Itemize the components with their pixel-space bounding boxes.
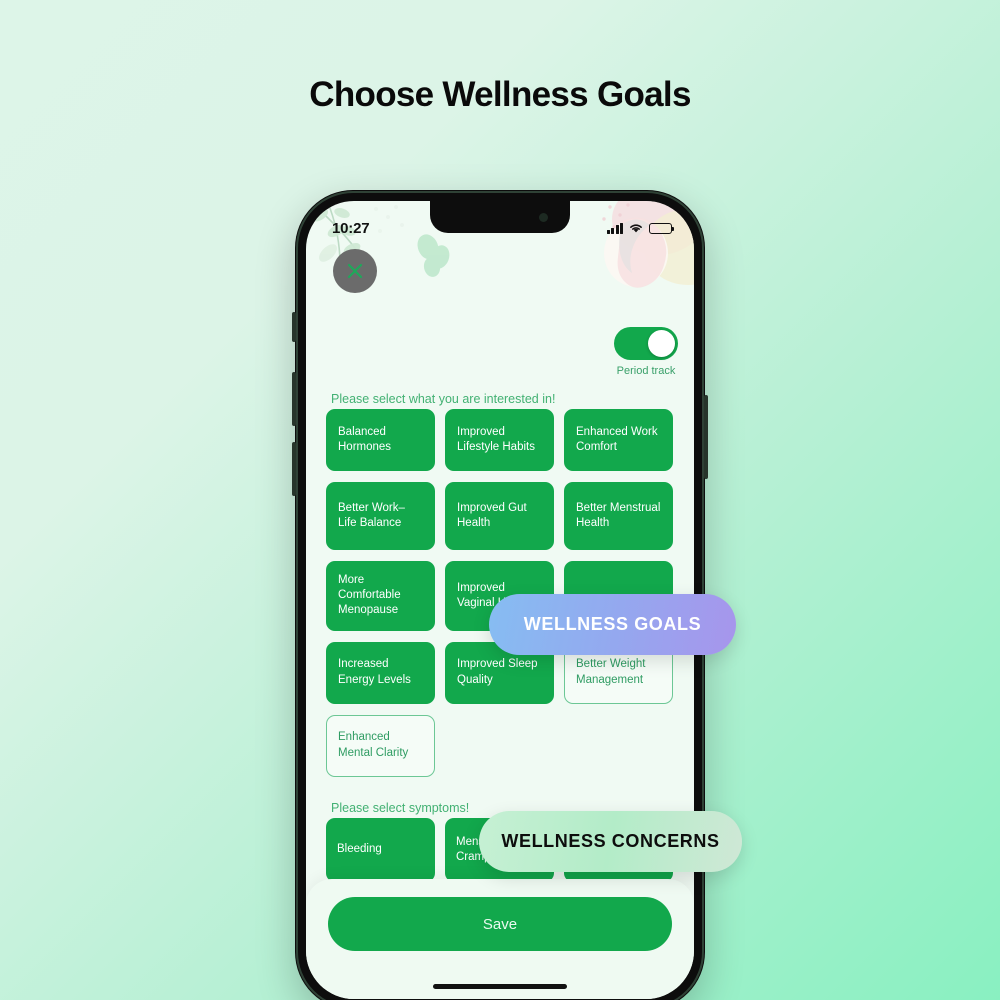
goal-chip-label: Enhanced Mental Clarity	[338, 731, 409, 759]
goal-chip[interactable]: Better Menstrual Health	[564, 482, 673, 550]
symptom-chip[interactable]: Bleeding	[326, 818, 435, 882]
callout-wellness-goals: WELLNESS GOALS	[489, 594, 736, 655]
status-time: 10:27	[332, 219, 370, 237]
wifi-icon	[630, 224, 642, 233]
phone-notch	[430, 201, 570, 233]
close-button[interactable]	[333, 249, 377, 293]
goal-chip[interactable]: Balanced Hormones	[326, 409, 435, 471]
goal-chip[interactable]: Enhanced Work Comfort	[564, 409, 673, 471]
phone-volume-down-button[interactable]	[292, 442, 296, 496]
goal-chip-label: More Comfortable Menopause	[338, 574, 401, 617]
symptoms-prompt: Please select symptoms!	[331, 801, 470, 815]
toggle-knob	[648, 330, 675, 357]
goal-chip[interactable]: Enhanced Mental Clarity	[326, 714, 435, 777]
goal-chip[interactable]: More Comfortable Menopause	[326, 561, 435, 631]
save-button[interactable]: Save	[328, 897, 672, 951]
callout-wellness-concerns: WELLNESS CONCERNS	[479, 811, 742, 872]
goal-chip[interactable]: Increased Energy Levels	[326, 641, 435, 704]
goal-chip-label: Better Weight Management	[576, 658, 646, 686]
goal-chip-label: Improved Sleep Quality	[457, 658, 538, 686]
goal-chip-label: Better Menstrual Health	[576, 501, 661, 529]
period-track-label: Period track	[616, 365, 676, 377]
phone-volume-up-button[interactable]	[292, 372, 296, 426]
signal-bars-icon	[606, 222, 623, 234]
callout-wellness-goals-label: WELLNESS GOALS	[523, 614, 702, 634]
goal-chip[interactable]: Improved Gut Health	[445, 482, 554, 550]
period-track-toggle[interactable]	[614, 327, 678, 360]
goal-chip[interactable]: Better Work–Life Balance	[326, 482, 435, 550]
goal-chip[interactable]: Improved Lifestyle Habits	[445, 409, 554, 471]
battery-icon	[649, 222, 674, 234]
goal-chip-label: Balanced Hormones	[338, 425, 392, 453]
save-bar: Save	[306, 879, 694, 999]
goal-chip-label: Better Work–Life Balance	[338, 501, 405, 529]
page-title: Choose Wellness Goals	[309, 75, 691, 114]
goals-prompt: Please select what you are interested in…	[331, 392, 556, 406]
goal-chip-label: Increased Energy Levels	[338, 658, 411, 686]
front-camera-icon	[539, 213, 548, 222]
goal-chip-label: Enhanced Work Comfort	[576, 425, 658, 453]
period-track-toggle-group: Period track	[614, 327, 678, 377]
symptom-chip-label: Bleeding	[337, 843, 382, 856]
goal-chip-label: Improved Gut Health	[457, 501, 527, 529]
wellness-goals-grid: Balanced Hormones Improved Lifestyle Habi…	[326, 409, 674, 777]
phone-power-button[interactable]	[704, 395, 708, 479]
status-icons-group	[606, 222, 674, 234]
close-x-icon	[347, 263, 363, 279]
home-indicator[interactable]	[433, 984, 567, 989]
goal-chip-label: Improved Lifestyle Habits	[457, 425, 535, 453]
phone-silent-switch[interactable]	[292, 312, 296, 342]
callout-wellness-concerns-label: WELLNESS CONCERNS	[501, 831, 720, 851]
